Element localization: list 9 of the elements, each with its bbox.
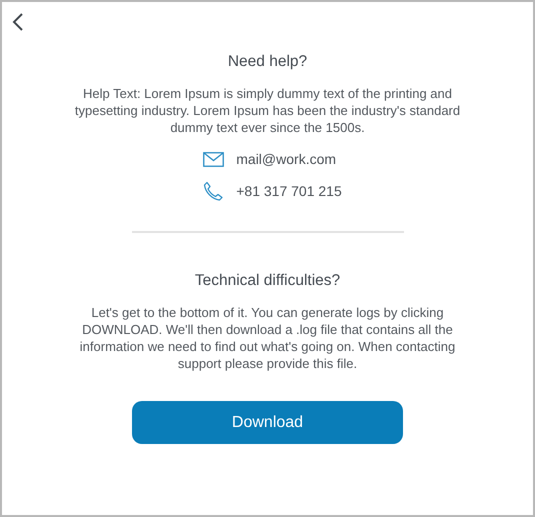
- help-title: Need help?: [228, 53, 308, 71]
- contact-text: mail@work.com: [236, 151, 336, 167]
- envelope-icon: [203, 152, 224, 166]
- download-button[interactable]: Download: [132, 401, 403, 444]
- phone-icon: [203, 181, 224, 201]
- help-text: Help Text: Lorem Ipsum is simply dummy text of the printing and typesetting industry. Lorem Ipsum has been the industry's standard dummy text ever since the 1500s.: [74, 85, 462, 136]
- section-title: Technical difficulties?: [194, 272, 340, 290]
- contact-text: +81 317 701 215: [236, 183, 342, 199]
- instructions-text: Let's get to the bottom of it. You can generate logs by clicking DOWNLOAD. We'll then download a .log file that contains all the information we need to find out what's going on. When contacting support please provide this file.: [78, 304, 456, 372]
